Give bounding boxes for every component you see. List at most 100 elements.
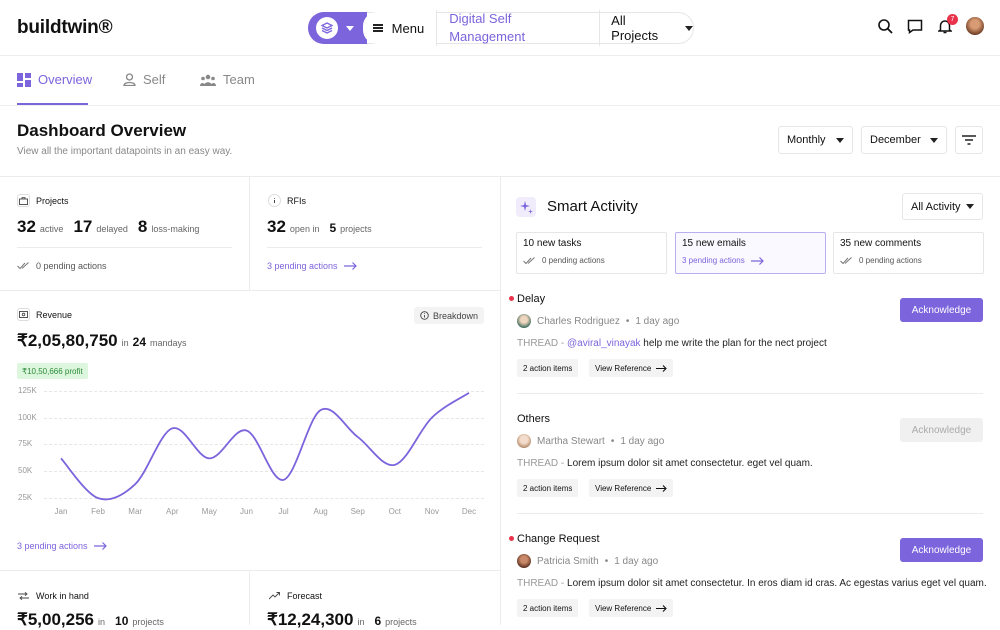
- work-amount: ₹5,00,256: [17, 610, 94, 629]
- projects-label: Projects: [36, 195, 69, 206]
- period-dropdown[interactable]: Monthly: [778, 126, 853, 154]
- rfis-pending-link[interactable]: 3 pending actions: [267, 261, 357, 271]
- search-icon[interactable]: [876, 17, 894, 35]
- revenue-pending-link[interactable]: 3 pending actions: [17, 541, 107, 551]
- rfis-projects-count: 5: [329, 221, 337, 235]
- view-reference-button[interactable]: View Reference: [589, 359, 674, 377]
- arrow-right-icon: [93, 542, 107, 550]
- tab-overview[interactable]: Overview: [17, 72, 92, 87]
- activity-filter-value: All Activity: [911, 200, 961, 213]
- work-label: Work in hand: [36, 590, 89, 601]
- app-logo[interactable]: buildtwin®: [17, 17, 113, 39]
- tab-team[interactable]: Team: [200, 72, 255, 87]
- chevron-down-icon: [966, 204, 974, 209]
- trend-up-icon: [268, 589, 281, 602]
- forecast-projects-count: 6: [374, 614, 382, 628]
- y-tick-label: 125K: [18, 385, 37, 395]
- unread-dot: [509, 536, 514, 541]
- sparkle-icon: [516, 197, 536, 217]
- loss-count: 8: [137, 217, 148, 236]
- activity-title: Delay: [509, 293, 545, 305]
- view-reference-button[interactable]: View Reference: [589, 479, 674, 497]
- forecast-stat-header: Forecast: [268, 589, 322, 602]
- activity-time: 1 day ago: [635, 315, 680, 327]
- y-tick-label: 75K: [18, 439, 33, 449]
- team-icon: [200, 74, 216, 86]
- projects-pending[interactable]: 0 pending actions: [17, 261, 107, 271]
- x-tick-label: Dec: [461, 507, 477, 516]
- tab-self[interactable]: Self: [123, 72, 165, 87]
- acknowledge-button[interactable]: Acknowledge: [900, 538, 983, 562]
- revenue-amount: ₹2,05,80,750: [17, 331, 118, 350]
- divider: [249, 570, 250, 625]
- rfis-projects-label: projects: [340, 224, 372, 234]
- top-bar: buildtwin® Menu Digital Self Management …: [0, 0, 1000, 56]
- filter-icon: [962, 135, 976, 145]
- activity-time: 1 day ago: [614, 555, 659, 567]
- author-avatar: [517, 554, 531, 568]
- view-reference-button[interactable]: View Reference: [589, 599, 674, 617]
- forecast-stats: ₹12,24,300 in 6 projects: [267, 610, 423, 630]
- work-projects-count: 10: [115, 614, 129, 628]
- divider: [249, 176, 250, 290]
- summary-card-emails[interactable]: 15 new emails 3 pending actions: [675, 232, 826, 274]
- activity-thread: THREAD - @aviral_vinayak help me write t…: [517, 338, 827, 349]
- user-avatar[interactable]: [966, 17, 984, 35]
- mention-link[interactable]: @aviral_vinayak: [567, 338, 641, 349]
- x-tick-label: May: [201, 507, 217, 516]
- author-name: Martha Stewart: [537, 435, 605, 447]
- view-reference-label: View Reference: [595, 363, 652, 373]
- chat-icon[interactable]: [906, 17, 924, 35]
- filter-button[interactable]: [955, 126, 983, 154]
- x-tick-label: Nov: [424, 507, 440, 516]
- activity-author: Martha Stewart • 1 day ago: [517, 434, 664, 448]
- project-select[interactable]: All Projects: [600, 13, 693, 43]
- workspace-button[interactable]: [308, 12, 367, 44]
- divider: [517, 513, 983, 514]
- info-icon: [420, 311, 429, 320]
- chevron-down-icon: [685, 25, 693, 31]
- work-stats: ₹5,00,256 in 10 projects: [17, 610, 170, 630]
- module-link[interactable]: Digital Self Management: [436, 10, 601, 46]
- info-icon: [268, 194, 281, 207]
- breakdown-label: Breakdown: [433, 310, 479, 321]
- activity-filter-dropdown[interactable]: All Activity: [902, 193, 983, 220]
- chevron-down-icon: [836, 137, 844, 143]
- action-items-chip[interactable]: 2 action items: [517, 599, 579, 617]
- thread-text: Lorem ipsum dolor sit amet consectetur. …: [564, 458, 813, 469]
- x-tick-label: Oct: [388, 507, 402, 516]
- profit-badge: ₹10,50,666 profit: [17, 363, 88, 379]
- forecast-in: in: [357, 617, 365, 627]
- active-count: 32: [17, 217, 36, 236]
- acknowledge-button[interactable]: Acknowledge: [900, 418, 983, 442]
- work-projects-label: projects: [132, 617, 164, 627]
- summary-card-comments[interactable]: 35 new comments 0 pending actions: [833, 232, 984, 274]
- action-items-chip[interactable]: 2 action items: [517, 479, 579, 497]
- breakdown-button[interactable]: Breakdown: [414, 307, 485, 324]
- view-reference-label: View Reference: [595, 603, 652, 613]
- delayed-count: 17: [73, 217, 93, 236]
- author-avatar: [517, 434, 531, 448]
- thread-label: THREAD -: [517, 578, 565, 589]
- cash-icon: [17, 308, 30, 321]
- thread-label: THREAD -: [517, 338, 565, 349]
- mandays-label: mandays: [150, 338, 187, 348]
- bell-icon[interactable]: 7: [936, 14, 958, 35]
- pending-text: 3 pending actions: [17, 541, 88, 551]
- work-in: in: [98, 617, 106, 627]
- menu-button[interactable]: Menu: [362, 12, 437, 44]
- summary-card-tasks[interactable]: 10 new tasks 0 pending actions: [516, 232, 667, 274]
- action-items-chip[interactable]: 2 action items: [517, 359, 579, 377]
- double-check-icon: [17, 262, 29, 270]
- activity-thread: THREAD - Lorem ipsum dolor sit amet cons…: [517, 458, 813, 469]
- page-subtitle: View all the important datapoints in an …: [17, 146, 233, 157]
- divider: [517, 393, 983, 394]
- gridline: [44, 417, 484, 419]
- activity-title-text: Change Request: [517, 533, 600, 545]
- gridline: [44, 444, 484, 446]
- x-tick-label: Jun: [240, 507, 253, 516]
- month-dropdown[interactable]: December: [861, 126, 947, 154]
- month-value: December: [870, 134, 921, 146]
- revenue-label: Revenue: [36, 309, 73, 320]
- acknowledge-button[interactable]: Acknowledge: [900, 298, 983, 322]
